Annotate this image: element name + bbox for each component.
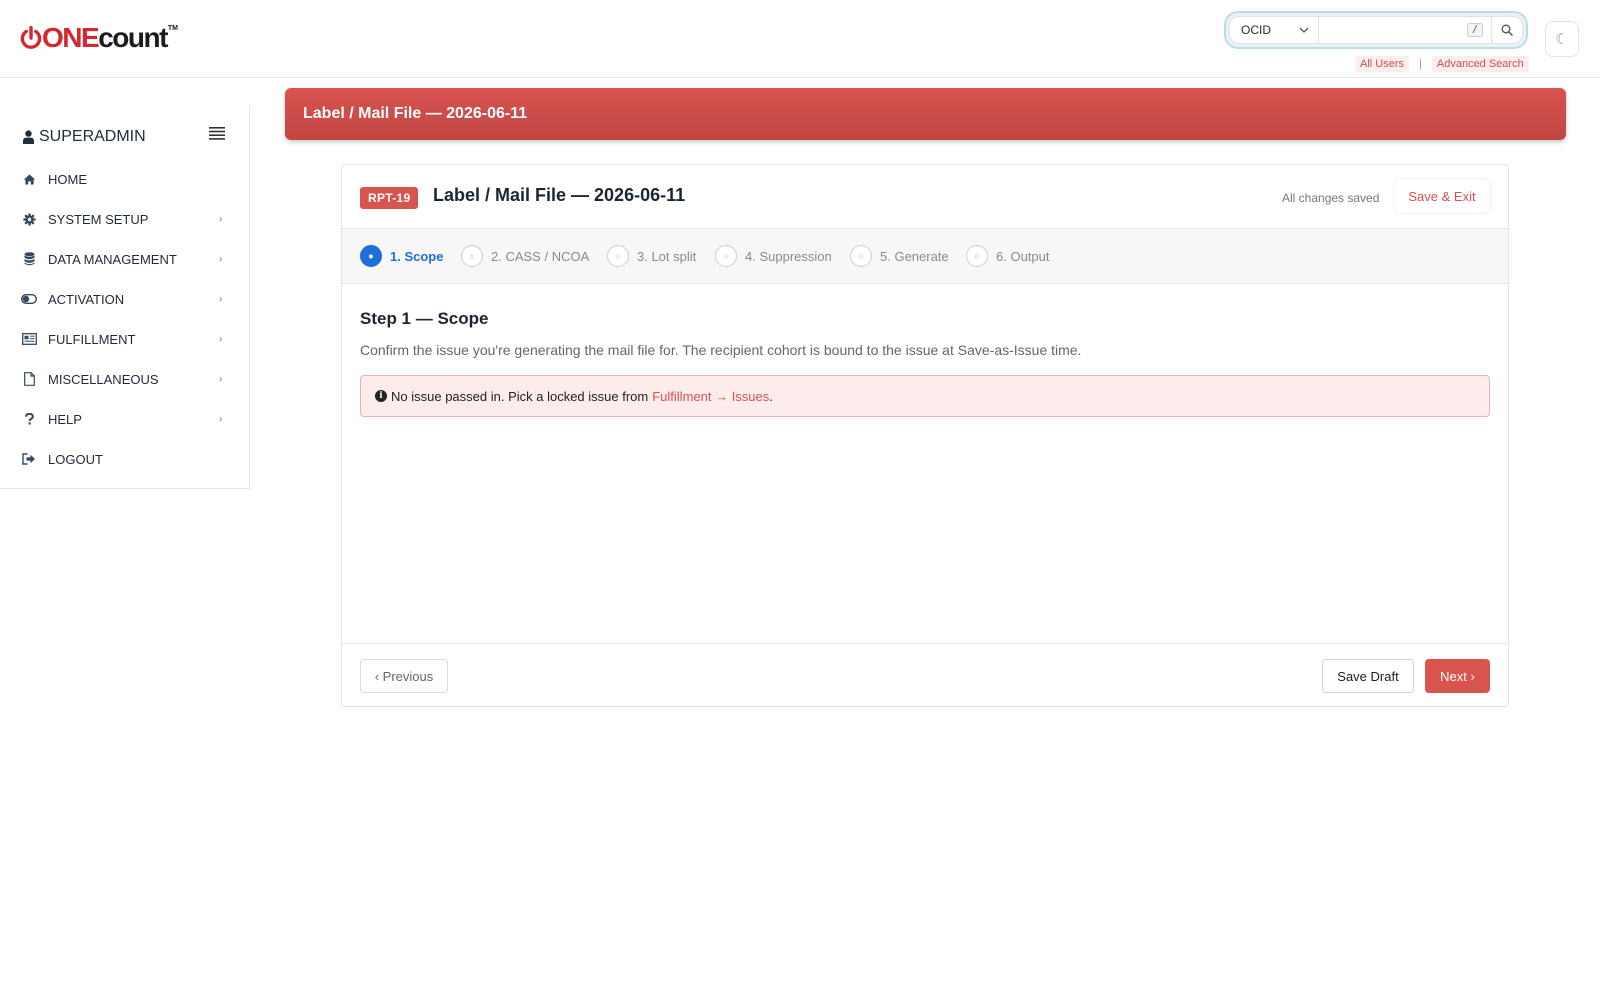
search-button[interactable] <box>1491 16 1523 44</box>
info-circle-icon: i <box>375 390 387 402</box>
step-marker-icon: ● <box>360 245 382 267</box>
save-status-text: All changes saved <box>1282 191 1380 205</box>
step-label: 6. Output <box>996 248 1050 264</box>
list-menu-icon <box>209 127 225 140</box>
step-marker-icon: ○ <box>850 245 872 267</box>
newspaper-icon <box>21 331 37 347</box>
step-generate[interactable]: ○ 5. Generate <box>850 245 949 267</box>
step-label: 5. Generate <box>880 248 949 264</box>
page-title-banner: Label / Mail File — 2026-06-11 <box>285 88 1566 140</box>
previous-button[interactable]: ‹ Previous <box>360 659 448 693</box>
sidebar-item-activation[interactable]: ACTIVATION › <box>0 279 250 319</box>
fulfillment-issues-link[interactable]: Fulfillment → Issues <box>652 389 769 404</box>
user-icon <box>23 130 34 144</box>
chevron-right-icon: › <box>219 293 223 305</box>
alert-suffix: . <box>769 388 773 404</box>
step-label: 3. Lot split <box>637 248 697 264</box>
step-label: 1. Scope <box>390 248 444 264</box>
report-id-badge: RPT-19 <box>360 187 419 209</box>
sidebar-item-label: SYSTEM SETUP <box>48 211 149 227</box>
step-output[interactable]: ○ 6. Output <box>966 245 1049 267</box>
chevron-down-icon <box>1299 27 1309 33</box>
alert-text: No issue passed in. Pick a locked issue … <box>391 388 649 404</box>
sidebar-item-system-setup[interactable]: SYSTEM SETUP › <box>0 199 250 239</box>
sidebar-item-miscellaneous[interactable]: MISCELLANEOUS › <box>0 359 250 399</box>
wizard-steps: ● 1. Scope ○ 2. CASS / NCOA ○ 3. Lot spl… <box>342 229 1508 284</box>
sidebar-item-label: FULFILLMENT <box>48 331 136 347</box>
step-lot-split[interactable]: ○ 3. Lot split <box>607 245 696 267</box>
search-links: All Users | Advanced Search <box>1355 56 1529 72</box>
step-description: Confirm the issue you're generating the … <box>360 342 1082 358</box>
sidebar-item-label: ACTIVATION <box>48 291 125 307</box>
step-marker-icon: ○ <box>607 245 629 267</box>
sidebar-item-label: HOME <box>48 171 87 187</box>
chevron-right-icon: › <box>219 333 223 345</box>
next-button[interactable]: Next › <box>1425 659 1490 693</box>
toggle-icon <box>21 291 37 307</box>
sidebar-collapse-button[interactable] <box>209 127 225 143</box>
step-marker-icon: ○ <box>966 245 988 267</box>
sidebar-item-label: HELP <box>48 411 82 427</box>
step-scope[interactable]: ● 1. Scope <box>360 245 443 267</box>
user-info: SUPERADMIN <box>23 128 146 146</box>
save-draft-button[interactable]: Save Draft <box>1322 659 1414 693</box>
global-search: OCID / <box>1224 11 1528 49</box>
home-icon <box>21 171 37 187</box>
all-users-link[interactable]: All Users <box>1355 56 1410 72</box>
file-icon <box>21 371 37 387</box>
sidebar-item-fulfillment[interactable]: FULFILLMENT › <box>0 319 250 359</box>
advanced-search-link[interactable]: Advanced Search <box>1431 56 1529 72</box>
sidebar-item-help[interactable]: HELP › <box>0 399 250 439</box>
step-cass-ncoa[interactable]: ○ 2. CASS / NCOA <box>461 245 589 267</box>
step-suppression[interactable]: ○ 4. Suppression <box>715 245 832 267</box>
theme-toggle-button[interactable]: ☾ <box>1545 21 1579 57</box>
username-label: SUPERADMIN <box>39 128 146 145</box>
step-label: 2. CASS / NCOA <box>491 248 590 264</box>
sidebar-item-data-management[interactable]: DATA MANAGEMENT › <box>0 239 250 279</box>
sign-out-icon <box>21 451 37 467</box>
save-exit-button[interactable]: Save & Exit <box>1394 179 1490 213</box>
search-scope-select[interactable]: OCID <box>1229 16 1319 44</box>
sidebar-item-label: MISCELLANEOUS <box>48 371 159 387</box>
logo-one-text: ONE <box>42 22 100 53</box>
step-heading: Step 1 — Scope <box>360 309 489 328</box>
search-shortcut-key: / <box>1467 23 1483 37</box>
search-input[interactable]: / <box>1319 16 1491 44</box>
logo-trademark: TM <box>167 24 179 32</box>
page-title: Label / Mail File — 2026-06-11 <box>303 105 528 122</box>
step-marker-icon: ○ <box>715 245 737 267</box>
sidebar-item-label: DATA MANAGEMENT <box>48 251 177 267</box>
moon-icon: ☾ <box>1555 31 1569 48</box>
logo-count-text: count <box>98 22 168 53</box>
wizard-header: RPT-19 Label / Mail File — 2026-06-11 Al… <box>342 165 1508 229</box>
power-logo-icon <box>20 26 42 49</box>
wizard-footer: ‹ Previous Save Draft Next › <box>342 643 1508 707</box>
chevron-right-icon: › <box>219 253 223 265</box>
top-header: ONE count TM OCID / All Users | Advanced… <box>0 0 1600 78</box>
gear-icon <box>21 211 37 227</box>
chevron-right-icon: › <box>219 213 223 225</box>
step-label: 4. Suppression <box>745 248 832 264</box>
wizard-card: RPT-19 Label / Mail File — 2026-06-11 Al… <box>341 164 1509 707</box>
question-icon <box>21 411 37 427</box>
search-scope-value: OCID <box>1241 23 1271 37</box>
wizard-title: Label / Mail File — 2026-06-11 <box>433 185 686 205</box>
link-separator: | <box>1419 58 1422 70</box>
chevron-right-icon: › <box>219 413 223 425</box>
no-issue-alert: i No issue passed in. Pick a locked issu… <box>360 375 1490 417</box>
sidebar-item-logout[interactable]: LOGOUT <box>0 439 250 479</box>
database-icon <box>21 251 37 267</box>
search-icon <box>1501 24 1513 36</box>
step-marker-icon: ○ <box>461 245 483 267</box>
sidebar: SUPERADMIN HOME SYSTEM SETUP › DATA MANA… <box>0 106 250 489</box>
chevron-right-icon: › <box>219 373 223 385</box>
onecount-logo[interactable]: ONE count TM <box>20 22 178 54</box>
sidebar-item-home[interactable]: HOME <box>0 159 250 199</box>
sidebar-item-label: LOGOUT <box>48 451 103 467</box>
